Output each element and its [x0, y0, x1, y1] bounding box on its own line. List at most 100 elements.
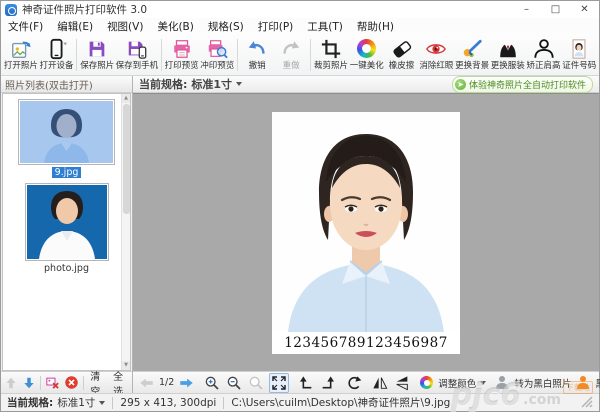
rotate-left-button[interactable] [297, 374, 315, 392]
photo-canvas: 123456789123456987 [133, 93, 599, 371]
spec-bar: 当前规格: 标准1寸 ➤ 体验神奇照片全自动打印软件 [133, 76, 599, 93]
toolbar-separator [237, 39, 238, 71]
flip-horizontal-button[interactable] [371, 374, 389, 392]
chevron-down-icon[interactable] [480, 381, 486, 385]
save-photo-icon [86, 38, 108, 60]
flip-vertical-button[interactable] [393, 374, 411, 392]
id-number-button[interactable]: 证件号码 [561, 37, 597, 72]
photo-list-scrollbar[interactable]: ▲ ▼ [121, 94, 130, 370]
menu-tools[interactable]: 工具(T) [307, 19, 343, 34]
zoom-out-icon [226, 375, 242, 391]
move-down-button[interactable] [22, 376, 36, 390]
menu-print[interactable]: 打印(P) [258, 19, 294, 34]
develop-preview-icon [206, 38, 228, 60]
main-area: 当前规格: 标准1寸 ➤ 体验神奇照片全自动打印软件 [133, 76, 599, 393]
resize-grip-icon [581, 396, 593, 408]
adjust-color-button[interactable] [419, 375, 434, 390]
chevron-down-icon[interactable] [236, 82, 242, 86]
scroll-down-icon[interactable]: ▼ [122, 361, 130, 370]
photo-list: 9.jpg photo.jpg ▲ [2, 93, 131, 371]
to-bw-button[interactable] [494, 375, 510, 390]
selection-overlay [20, 101, 113, 163]
menu-help[interactable]: 帮助(H) [357, 19, 394, 34]
delete-all-button[interactable] [64, 375, 79, 390]
flip-horizontal-icon [372, 375, 388, 391]
main-toolbar: 打开照片 打开设备 保存照片 保存到手机 打印预览 [1, 34, 599, 76]
gray-person-icon [495, 376, 509, 389]
chevron-down-icon[interactable] [99, 401, 105, 405]
zoom-in-button[interactable] [203, 374, 221, 392]
change-background-button[interactable]: 更换背景 [454, 37, 490, 72]
correct-shoulder-button[interactable]: 矫正肩高 [526, 37, 562, 72]
open-device-button[interactable]: 打开设备 [39, 37, 75, 72]
rotate-any-button[interactable] [345, 374, 363, 392]
rotate-right-icon [320, 375, 336, 391]
next-page-button[interactable] [178, 376, 195, 390]
remove-red-eye-button[interactable]: 消除红眼 [419, 37, 455, 72]
content-area: 照片列表(双击打开) 9.jpg [1, 76, 599, 393]
colorize-button[interactable] [575, 375, 591, 390]
prev-page-button[interactable] [138, 376, 155, 390]
menu-view[interactable]: 视图(V) [107, 19, 143, 34]
crop-icon [320, 38, 342, 60]
red-eye-icon [425, 38, 447, 60]
change-clothes-label: 更换服装 [491, 61, 525, 71]
undo-button[interactable]: 撤销 [240, 37, 274, 72]
eraser-icon [391, 38, 413, 60]
print-preview-button[interactable]: 打印预览 [164, 37, 200, 72]
maximize-button[interactable]: □ [541, 1, 570, 18]
status-spec-value[interactable]: 标准1寸 [57, 395, 95, 410]
resize-grip[interactable] [581, 396, 593, 411]
zoom-out-button[interactable] [225, 374, 243, 392]
adjust-color-label[interactable]: 调整颜色 [438, 376, 476, 390]
save-photo-label: 保存照片 [80, 61, 114, 71]
scroll-up-icon[interactable]: ▲ [122, 94, 130, 103]
scrollbar-thumb[interactable] [123, 104, 130, 214]
rotate-right-button[interactable] [319, 374, 337, 392]
photo-item-selected[interactable]: 9.jpg [18, 99, 115, 178]
menu-edit[interactable]: 编辑(E) [57, 19, 93, 34]
title-bar: 神奇证件照片打印软件 3.0 – □ ✕ [1, 1, 599, 18]
toolbar-separator [310, 39, 311, 71]
photo-item-name[interactable]: photo.jpg [41, 263, 92, 274]
undo-label: 撤销 [249, 61, 266, 71]
remove-photo-button[interactable] [45, 375, 60, 390]
fit-screen-button[interactable] [269, 373, 289, 393]
move-up-button[interactable] [4, 376, 18, 390]
one-key-beautify-label: 一键美化 [350, 61, 384, 71]
redo-button[interactable]: 重做 [274, 37, 308, 72]
close-button[interactable]: ✕ [570, 1, 599, 18]
minimize-button[interactable]: – [512, 1, 541, 18]
change-background-icon [461, 38, 483, 60]
window-title: 神奇证件照片打印软件 3.0 [22, 2, 147, 17]
delete-circle-icon [64, 375, 79, 390]
correct-shoulder-label: 矫正肩高 [527, 61, 561, 71]
menu-beautify[interactable]: 美化(B) [157, 19, 193, 34]
open-photo-button[interactable]: 打开照片 [3, 37, 39, 72]
color-wheel-icon [420, 376, 433, 389]
promo-button[interactable]: ➤ 体验神奇照片全自动打印软件 [452, 76, 593, 93]
open-photo-label: 打开照片 [4, 61, 38, 71]
one-key-beautify-button[interactable]: 一键美化 [349, 37, 385, 72]
spec-value[interactable]: 标准1寸 [191, 76, 232, 92]
photo-preview[interactable]: 123456789123456987 [272, 112, 460, 354]
to-bw-label[interactable]: 转为黑白照片 [514, 376, 571, 390]
photo-list-panel: 照片列表(双击打开) 9.jpg [1, 76, 133, 393]
flip-vertical-icon [394, 375, 410, 391]
photo-item[interactable]: photo.jpg [25, 183, 109, 274]
save-to-phone-button[interactable]: 保存到手机 [115, 37, 159, 72]
change-clothes-button[interactable]: 更换服装 [490, 37, 526, 72]
zoom-actual-button[interactable] [247, 374, 265, 392]
menu-file[interactable]: 文件(F) [8, 19, 43, 34]
develop-preview-button[interactable]: 冲印预览 [199, 37, 235, 72]
photo-item-name[interactable]: 9.jpg [52, 167, 82, 178]
change-clothes-icon [497, 38, 519, 60]
colorize-label[interactable]: 黑白图上色 [595, 376, 600, 390]
crop-photo-button[interactable]: 裁剪照片 [313, 37, 349, 72]
app-window: 神奇证件照片打印软件 3.0 – □ ✕ 文件(F) 编辑(E) 视图(V) 美… [0, 0, 600, 412]
toolbar-separator [161, 39, 162, 71]
rotate-left-icon [298, 375, 314, 391]
menu-spec[interactable]: 规格(S) [208, 19, 244, 34]
save-photo-button[interactable]: 保存照片 [79, 37, 115, 72]
eraser-button[interactable]: 橡皮擦 [385, 37, 419, 72]
